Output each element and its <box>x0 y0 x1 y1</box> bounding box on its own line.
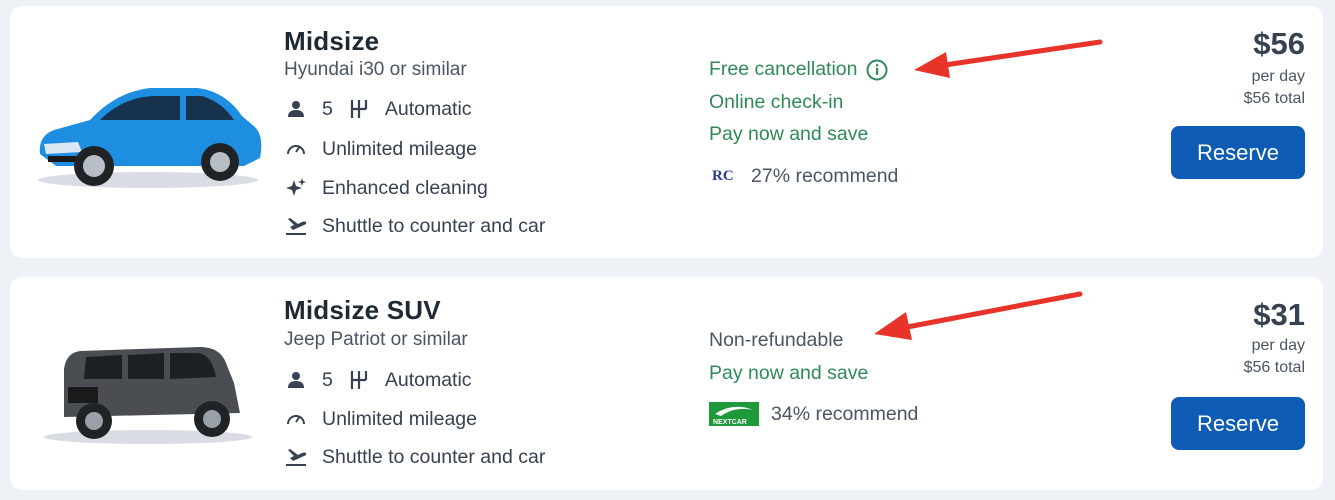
mileage-label: Unlimited mileage <box>322 137 477 160</box>
gear-shift-icon <box>347 368 371 392</box>
airplane-icon <box>284 445 308 469</box>
mileage-row: Unlimited mileage <box>284 135 477 163</box>
person-icon <box>284 368 308 392</box>
vendor-logo-text: NEXTCAR <box>713 419 747 426</box>
transmission-label: Automatic <box>384 368 472 391</box>
pay-now-save: Pay now and save <box>709 123 869 145</box>
annotation-arrow <box>874 291 1083 340</box>
shuttle-row: Shuttle to counter and car <box>284 212 545 240</box>
mileage-label: Unlimited mileage <box>322 407 477 430</box>
cleaning-row: Enhanced cleaning <box>284 174 488 202</box>
recommend-text: 34% recommend <box>771 402 919 425</box>
per-day-label: per day <box>1251 337 1305 354</box>
vendor-logo: RC <box>709 164 739 188</box>
gear-shift-icon <box>347 97 371 121</box>
capacity-row: 5 Automatic <box>284 95 472 123</box>
capacity-row: 5 Automatic <box>284 366 472 394</box>
car-listing-card: Midsize Hyundai i30 or similar 5 Automat… <box>10 6 1323 258</box>
shuttle-label: Shuttle to counter and car <box>322 214 546 237</box>
per-day-label: per day <box>1251 68 1305 85</box>
daily-price: $31 <box>1253 297 1305 332</box>
passenger-count: 5 <box>322 368 333 391</box>
vendor-logo-text: RC <box>712 168 734 184</box>
free-cancellation-label: Free cancellation <box>709 58 858 80</box>
mileage-row: Unlimited mileage <box>284 405 477 433</box>
reserve-button[interactable]: Reserve <box>1171 126 1305 179</box>
shuttle-label: Shuttle to counter and car <box>322 445 546 468</box>
speedometer-icon <box>284 407 308 431</box>
airplane-icon <box>284 214 308 238</box>
car-class-title: Midsize <box>284 26 380 56</box>
person-icon <box>284 97 308 121</box>
total-price: $56 total <box>1243 90 1305 107</box>
annotation-arrow <box>914 39 1103 78</box>
car-image <box>38 88 262 188</box>
sparkle-icon <box>284 176 308 200</box>
pay-now-save: Pay now and save <box>709 362 869 384</box>
transmission-label: Automatic <box>384 97 472 120</box>
car-model-subtitle: Jeep Patriot or similar <box>284 329 468 350</box>
recommend-row: RC 27% recommend <box>709 164 898 188</box>
car-listing-card: Midsize SUV Jeep Patriot or similar 5 Au… <box>10 277 1323 490</box>
recommend-text: 27% recommend <box>751 164 899 187</box>
car-image <box>44 347 252 444</box>
car-class-title: Midsize SUV <box>284 295 441 325</box>
online-checkin: Online check-in <box>709 91 844 113</box>
free-cancellation: Free cancellation <box>709 58 888 81</box>
daily-price: $56 <box>1253 26 1305 61</box>
info-icon[interactable] <box>866 59 888 81</box>
total-price: $56 total <box>1243 359 1305 376</box>
speedometer-icon <box>284 137 308 161</box>
car-model-subtitle: Hyundai i30 or similar <box>284 59 467 80</box>
recommend-row: NEXTCAR 34% recommend <box>709 402 918 426</box>
vendor-logo: NEXTCAR <box>709 402 759 426</box>
non-refundable: Non-refundable <box>709 329 844 351</box>
shuttle-row: Shuttle to counter and car <box>284 443 545 471</box>
cleaning-label: Enhanced cleaning <box>322 176 488 199</box>
passenger-count: 5 <box>322 97 333 120</box>
reserve-button[interactable]: Reserve <box>1171 397 1305 450</box>
